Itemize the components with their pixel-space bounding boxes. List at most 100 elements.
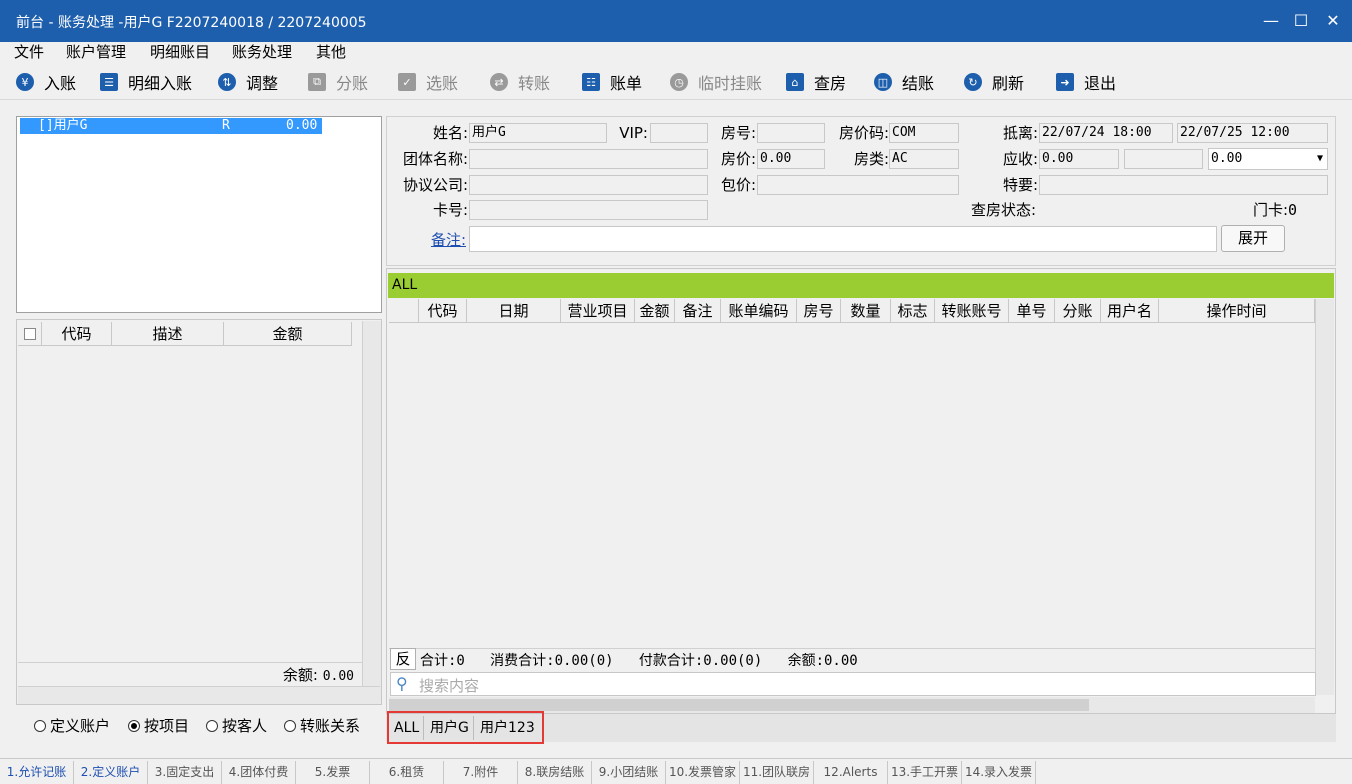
- special-label: 特要:: [1002, 176, 1038, 194]
- bottom-tab-alerts[interactable]: 12.Alerts: [814, 761, 888, 784]
- bottom-tab-linked-checkout[interactable]: 8.联房结账: [518, 761, 592, 784]
- grid-header-note[interactable]: 备注: [675, 299, 721, 323]
- select-button[interactable]: ✓ 选账: [398, 70, 458, 94]
- vip-field[interactable]: [650, 123, 708, 143]
- radio-transfer-relation[interactable]: 转账关系: [284, 715, 360, 736]
- left-grid-scrollbar[interactable]: [362, 321, 381, 703]
- checkout-button[interactable]: ◫ 结账: [874, 70, 934, 94]
- grid-body[interactable]: [389, 324, 1315, 647]
- menu-details[interactable]: 明细账目: [150, 42, 210, 62]
- close-icon[interactable]: ✕: [1318, 8, 1348, 34]
- radio-circle[interactable]: [128, 719, 140, 732]
- grid-header-code[interactable]: 代码: [419, 299, 467, 323]
- transfer-button[interactable]: ⇄ 转账: [490, 70, 550, 94]
- reverse-button[interactable]: 反: [390, 648, 416, 670]
- search-input[interactable]: 搜索内容: [419, 675, 479, 696]
- grid-header-room[interactable]: 房号: [797, 299, 841, 323]
- expand-button[interactable]: 展开: [1221, 225, 1285, 252]
- grid-header-op-time[interactable]: 操作时间: [1159, 299, 1315, 323]
- maximize-icon[interactable]: ☐: [1286, 8, 1316, 34]
- guest-row-name: []用户G: [38, 118, 88, 133]
- guest-list[interactable]: [16, 116, 382, 313]
- radio-circle[interactable]: [34, 719, 46, 732]
- left-grid-check-header[interactable]: [18, 322, 42, 346]
- bottom-tab-fixed-expense[interactable]: 3.固定支出: [148, 761, 222, 784]
- split-button[interactable]: ⧉ 分账: [308, 70, 368, 94]
- menu-other[interactable]: 其他: [316, 42, 346, 62]
- grid-h-scroll-thumb[interactable]: [389, 699, 1089, 711]
- package-field[interactable]: [757, 175, 959, 195]
- bottom-tab-lease[interactable]: 6.租赁: [370, 761, 444, 784]
- menu-file[interactable]: 文件: [14, 42, 44, 62]
- group-field[interactable]: [469, 149, 708, 169]
- minimize-icon[interactable]: —: [1256, 8, 1286, 34]
- menu-billing[interactable]: 账务处理: [232, 42, 292, 62]
- left-grid-header-desc[interactable]: 描述: [112, 322, 224, 346]
- bottom-tab-allow-charge[interactable]: 1.允许记账: [0, 761, 74, 784]
- price-field[interactable]: 0.00: [757, 149, 825, 169]
- left-grid-header-code[interactable]: 代码: [42, 322, 112, 346]
- check-room-button[interactable]: ⌂ 查房: [786, 70, 846, 94]
- adjust-button[interactable]: ⇅ 调整: [218, 70, 278, 94]
- chevron-down-icon[interactable]: ▼: [1317, 149, 1323, 169]
- bottom-tab-invoice-manager[interactable]: 10.发票管家: [666, 761, 740, 784]
- grid-header-item[interactable]: 营业项目: [561, 299, 635, 323]
- bottom-tab-enter-invoice[interactable]: 14.录入发票: [962, 761, 1036, 784]
- left-grid-header-amount[interactable]: 金额: [224, 322, 352, 346]
- grid-header-split[interactable]: 分账: [1055, 299, 1101, 323]
- depart-field[interactable]: 22/07/25 12:00: [1177, 123, 1328, 143]
- grid-header-user[interactable]: 用户名: [1101, 299, 1159, 323]
- bill-button[interactable]: ☷ 账单: [582, 70, 642, 94]
- rate-code-field[interactable]: COM: [889, 123, 959, 143]
- room-type-field[interactable]: AC: [889, 149, 959, 169]
- search-icon: ⚲: [396, 674, 408, 693]
- left-grid-h-scrollbar[interactable]: [18, 686, 380, 704]
- grid-header-flag[interactable]: 标志: [891, 299, 935, 323]
- guest-row-status: R: [222, 118, 230, 133]
- detail-post-button[interactable]: ☰ 明细入账: [100, 70, 192, 94]
- select-all-checkbox[interactable]: [23, 328, 36, 340]
- exit-button[interactable]: ➜ 退出: [1056, 70, 1116, 94]
- grid-header-bill-no[interactable]: 单号: [1009, 299, 1055, 323]
- radio-by-guest[interactable]: 按客人: [206, 715, 267, 736]
- special-field[interactable]: [1039, 175, 1328, 195]
- arrive-field[interactable]: 22/07/24 18:00: [1039, 123, 1173, 143]
- temp-charge-button[interactable]: ◷ 临时挂账: [670, 70, 762, 94]
- grid-header-bill-code[interactable]: 账单编码: [721, 299, 797, 323]
- receivable-field[interactable]: 0.00: [1039, 149, 1119, 169]
- receivable-mid-field[interactable]: [1124, 149, 1203, 169]
- grid-header-amount[interactable]: 金额: [635, 299, 675, 323]
- bottom-tab-attachment[interactable]: 7.附件: [444, 761, 518, 784]
- post-charge-button[interactable]: ¥ 入账: [16, 70, 76, 94]
- grid-v-scrollbar[interactable]: [1315, 299, 1334, 695]
- bottom-tab-group-pay[interactable]: 4.团体付费: [222, 761, 296, 784]
- remark-field[interactable]: [469, 226, 1217, 252]
- radio-define-account[interactable]: 定义账户: [34, 715, 110, 736]
- menu-account[interactable]: 账户管理: [66, 42, 126, 62]
- remark-link[interactable]: 备注:: [390, 230, 466, 250]
- guest-tab-user-g[interactable]: 用户G: [426, 716, 474, 740]
- card-field[interactable]: [469, 200, 708, 220]
- name-field[interactable]: 用户G: [469, 123, 607, 143]
- room-field[interactable]: [757, 123, 825, 143]
- guest-tab-user-123[interactable]: 用户123: [476, 716, 539, 740]
- guest-tab-all[interactable]: ALL: [390, 716, 425, 740]
- refresh-button[interactable]: ↻ 刷新: [964, 70, 1024, 94]
- radio-circle[interactable]: [284, 719, 296, 732]
- search-box[interactable]: ⚲ 搜索内容: [390, 672, 1316, 696]
- company-field[interactable]: [469, 175, 708, 195]
- bottom-tab-team-linked[interactable]: 11.团队联房: [740, 761, 814, 784]
- bottom-tab-manual-invoice[interactable]: 13.手工开票: [888, 761, 962, 784]
- guest-row[interactable]: []用户G R 0.00: [20, 118, 322, 134]
- grid-header-transfer-account[interactable]: 转账账号: [935, 299, 1009, 323]
- bottom-tab-invoice[interactable]: 5.发票: [296, 761, 370, 784]
- bottom-tab-define-account[interactable]: 2.定义账户: [74, 761, 148, 784]
- grid-header-date[interactable]: 日期: [467, 299, 561, 323]
- receivable-select[interactable]: 0.00 ▼: [1208, 148, 1328, 170]
- radio-by-item[interactable]: 按项目: [128, 715, 189, 736]
- grid-header-qty[interactable]: 数量: [841, 299, 891, 323]
- door-card-label: 门卡:: [1252, 201, 1288, 219]
- radio-circle[interactable]: [206, 719, 218, 732]
- bottom-tab-small-group-checkout[interactable]: 9.小团结账: [592, 761, 666, 784]
- group-label: 团体名称:: [402, 150, 468, 168]
